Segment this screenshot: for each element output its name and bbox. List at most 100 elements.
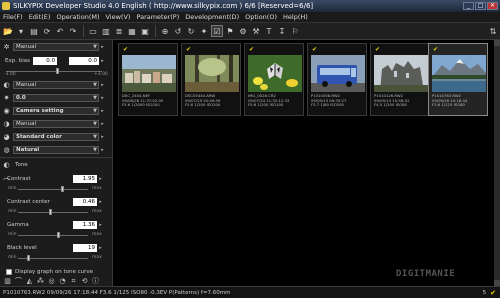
preset-select-5[interactable]: Manual ▼ <box>13 120 99 128</box>
check-mark-icon[interactable]: ✔ <box>433 46 438 53</box>
expand-arrow-3[interactable]: ▸ <box>99 95 106 101</box>
minimize-button[interactable]: _ <box>463 2 474 10</box>
contrast-slider-thumb[interactable] <box>61 186 64 192</box>
menu-parameter[interactable]: Parameter(P) <box>133 13 182 21</box>
menu-option[interactable]: Option(O) <box>242 13 280 21</box>
save-icon[interactable]: ▾ <box>15 25 27 37</box>
check-mark-icon[interactable]: ✔ <box>249 46 254 53</box>
thumbnail-card-selected[interactable]: ✔ P1010763.RW2 09/09/26 10:18:44 F3.6 1/… <box>428 43 488 116</box>
expand-arrow-5[interactable]: ▸ <box>99 121 106 127</box>
contrast-center-slider-thumb[interactable] <box>49 209 52 215</box>
check-mark-icon[interactable]: ✔ <box>375 46 380 53</box>
noise-icon[interactable]: ⁂ <box>36 277 45 286</box>
info-icon[interactable]: ⓘ <box>91 277 100 286</box>
reset-arrow[interactable]: ▸ <box>99 58 106 64</box>
maximize-button[interactable]: □ <box>475 2 486 10</box>
contrast-arrow[interactable]: ▸ <box>97 176 104 182</box>
contrast-center-slider[interactable] <box>18 212 88 213</box>
tone-icon[interactable]: ◐ <box>2 161 11 170</box>
expand-arrow-6[interactable]: ▸ <box>99 134 106 140</box>
print-icon[interactable]: ⚐ <box>289 25 301 37</box>
expand-arrow-4[interactable]: ▸ <box>99 108 106 114</box>
exposure-input[interactable]: 0.0 <box>33 57 57 65</box>
standard-color-select[interactable]: Standard color ▼ <box>13 133 99 141</box>
histogram-icon[interactable]: ▥ <box>3 277 12 286</box>
expand-arrow-7[interactable]: ▸ <box>99 147 106 153</box>
compare-view-icon[interactable]: ▥ <box>100 25 112 37</box>
list-view-icon[interactable]: ≣ <box>113 25 125 37</box>
menu-operation[interactable]: Operation(M) <box>53 13 102 21</box>
crop-icon[interactable]: ⌗ <box>69 277 78 286</box>
star-icon[interactable]: ✷ <box>2 94 11 103</box>
redo-icon[interactable]: ↷ <box>67 25 79 37</box>
menu-view[interactable]: View(V) <box>103 13 134 21</box>
undo-icon[interactable]: ↶ <box>54 25 66 37</box>
rotate-icon[interactable]: ⟲ <box>80 277 89 286</box>
check-mark-icon[interactable]: ✔ <box>186 46 191 53</box>
exposure-slider-thumb[interactable] <box>56 68 59 74</box>
open-file-icon[interactable]: ▤ <box>28 25 40 37</box>
paste-param-icon[interactable]: ⚒ <box>250 25 262 37</box>
select-all-icon[interactable]: ⚑ <box>224 25 236 37</box>
thumbnail-card[interactable]: ✔ IMG_0028.CR2 09/07/24 11:32:12.33 F5.6… <box>244 43 304 116</box>
check-mark-icon[interactable]: ✔ <box>123 46 128 53</box>
thumbnail-card[interactable]: ✔ DSC05440.ARW 09/07/29 20:49:59 F5.6 1/… <box>181 43 241 116</box>
develop-icon[interactable]: T <box>263 25 275 37</box>
menu-development[interactable]: Development(D) <box>182 13 242 21</box>
preset-select-2[interactable]: Manual ▼ <box>13 81 99 89</box>
contrast-slider[interactable] <box>18 189 88 190</box>
expand-arrow[interactable]: ▸ <box>99 44 106 50</box>
batch-develop-icon[interactable]: ↧ <box>276 25 288 37</box>
gamma-input[interactable]: 1.36 <box>73 221 97 229</box>
contrast-input[interactable]: 1.95 <box>73 175 97 183</box>
full-screen-icon[interactable]: ▣ <box>139 25 151 37</box>
gamma-arrow[interactable]: ▸ <box>97 222 104 228</box>
rotate-left-icon[interactable]: ↺ <box>172 25 184 37</box>
menu-edit[interactable]: Edit(E) <box>26 13 54 21</box>
zoom-icon[interactable]: ⊕ <box>159 25 171 37</box>
black-level-slider-thumb[interactable] <box>27 255 30 261</box>
contrast-center-input[interactable]: 0.46 <box>73 198 97 206</box>
camera-setting-select[interactable]: Camera setting ▼ <box>13 107 99 115</box>
exposure-input-2[interactable]: 0.0 <box>69 57 99 65</box>
preset-select-3[interactable]: 0.0 ▼ <box>13 94 99 102</box>
preset-select-1[interactable]: Manual ▼ <box>13 43 99 51</box>
camera-icon[interactable]: ◉ <box>2 107 11 116</box>
menu-help[interactable]: Help(H) <box>280 13 311 21</box>
expand-arrow-2[interactable]: ▸ <box>99 82 106 88</box>
color-wheel-icon[interactable]: ◔ <box>58 277 67 286</box>
check-mark-icon[interactable]: ✔ <box>312 46 317 53</box>
black-level-input[interactable]: 19 <box>73 244 97 252</box>
palette-icon[interactable]: ◍ <box>2 146 11 155</box>
panel-toggle-icon[interactable]: ⇅ <box>487 25 499 37</box>
thumbnail-card[interactable]: ✔ DSC_2404.NEF 09/08/28 11:37:02.00 F5.6… <box>118 43 178 116</box>
color-icon[interactable]: ◕ <box>2 133 11 142</box>
graph-checkbox[interactable] <box>6 269 12 275</box>
curve-icon[interactable]: ⌒ <box>2 177 11 186</box>
close-button[interactable]: ✕ <box>487 2 498 10</box>
folder-open-icon[interactable]: 📂 <box>2 25 14 37</box>
exposure-slider[interactable] <box>6 71 102 72</box>
gamma-slider-thumb[interactable] <box>57 232 60 238</box>
gamma-slider[interactable] <box>18 235 88 236</box>
natural-select[interactable]: Natural ▼ <box>13 146 99 154</box>
contrast-icon[interactable]: ◑ <box>2 120 11 129</box>
lens-icon[interactable]: ◎ <box>47 277 56 286</box>
mark-icon[interactable]: ✦ <box>198 25 210 37</box>
sharpness-icon[interactable]: ◭ <box>25 277 34 286</box>
gear-icon[interactable]: ✲ <box>2 43 11 52</box>
check-mark-icon[interactable]: ☑ <box>211 25 223 37</box>
black-level-arrow[interactable]: ▸ <box>97 245 104 251</box>
copy-param-icon[interactable]: ⚙ <box>237 25 249 37</box>
thumbnail-card[interactable]: ✔ P1010058.RW2 09/09/13 09:33:27 F3.7 1/… <box>307 43 367 116</box>
white-balance-icon[interactable]: ◐ <box>2 81 11 90</box>
scroll-up-button[interactable] <box>494 40 500 46</box>
reload-icon[interactable]: ⟳ <box>41 25 53 37</box>
tone-curve-icon[interactable]: ⌒ <box>14 277 23 286</box>
thumbnail-scrollbar[interactable] <box>494 40 500 286</box>
single-view-icon[interactable]: ▭ <box>87 25 99 37</box>
thumbnail-card[interactable]: ✔ P1010126.RW2 09/09/13 15:58:41 F4.5 1/… <box>370 43 430 116</box>
contrast-center-arrow[interactable]: ▸ <box>97 199 104 205</box>
grid-view-icon[interactable]: ▦ <box>126 25 138 37</box>
rotate-right-icon[interactable]: ↻ <box>185 25 197 37</box>
